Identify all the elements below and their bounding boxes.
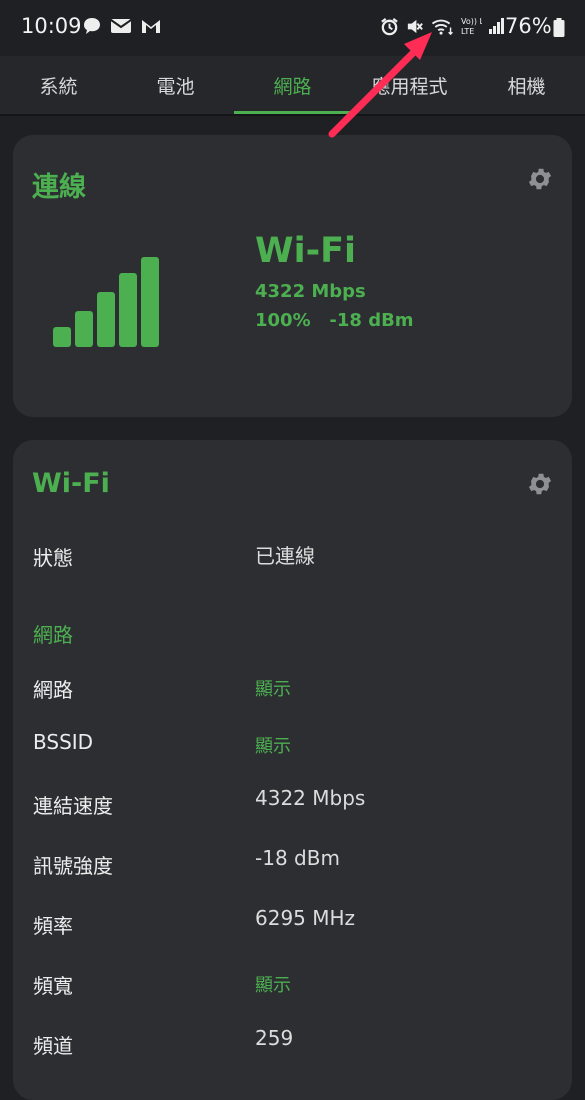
email-icon: [110, 19, 132, 33]
row-network-label: 網路: [33, 678, 73, 702]
notification-icons: [82, 16, 162, 36]
tab-network[interactable]: 網路: [234, 56, 351, 114]
connection-speed: 4322 Mbps: [255, 281, 366, 302]
tab-battery[interactable]: 電池: [117, 56, 234, 114]
status-time: 10:09: [21, 14, 82, 38]
signal-bar-5: [141, 257, 159, 347]
row-frequency-value: 6295 MHz: [255, 906, 356, 930]
row-signal-strength-value: -18 dBm: [255, 846, 340, 870]
wifi-card: Wi-Fi 狀態 已連線 網路 網路 顯示 BSSID 顯示 連結速度 4322…: [13, 440, 572, 1100]
svg-text:LTE: LTE: [461, 27, 474, 36]
row-bandwidth-label: 頻寬: [33, 974, 73, 998]
signal-bar-3: [97, 292, 115, 347]
connection-type: Wi-Fi: [255, 231, 357, 271]
battery-icon: [553, 18, 565, 37]
wifi-card-title: Wi-Fi: [32, 468, 110, 499]
alarm-icon: [381, 17, 398, 35]
wifi-icon: [431, 19, 453, 35]
status-label: 狀態: [33, 546, 73, 570]
network-section-label: 網路: [33, 623, 73, 647]
row-bssid-label: BSSID: [33, 730, 94, 754]
row-channel-label: 頻道: [33, 1034, 73, 1058]
connection-signal: 100% -18 dBm: [255, 310, 414, 331]
row-bandwidth-show-link[interactable]: 顯示: [255, 971, 291, 997]
tab-camera[interactable]: 相機: [468, 56, 585, 114]
tab-apps[interactable]: 應用程式: [351, 56, 468, 114]
row-channel-value: 259: [255, 1026, 294, 1050]
signal-strength-bars: [53, 255, 159, 347]
system-icons: Vo)) LTELTE: [380, 16, 506, 36]
connection-card-title: 連線: [32, 172, 86, 203]
row-link-speed-value: 4322 Mbps: [255, 786, 366, 810]
connection-card: 連線 Wi-Fi 4322 Mbps 100% -18 dBm: [13, 135, 572, 417]
row-signal-strength-label: 訊號強度: [33, 854, 113, 878]
tab-system[interactable]: 系統: [0, 56, 117, 114]
status-bar: 10:09 Vo)) LTELTE 76%: [0, 0, 585, 56]
volte-icon: Vo)) LTELTE: [461, 17, 482, 36]
battery-percent: 76%: [505, 14, 552, 38]
connection-settings-gear-icon[interactable]: [526, 165, 554, 193]
signal-bar-1: [53, 327, 71, 347]
mute-icon: [407, 19, 423, 33]
row-bssid-show-link[interactable]: 顯示: [255, 732, 291, 758]
chat-icon: [84, 18, 100, 34]
tab-bar: 系統 電池 網路 應用程式 相機: [0, 56, 585, 114]
row-frequency-label: 頻率: [33, 914, 73, 938]
signal-bar-4: [119, 273, 137, 347]
signal-icon: [489, 18, 504, 34]
row-link-speed-label: 連結速度: [33, 794, 113, 818]
tab-divider: [0, 114, 585, 116]
wifi-settings-gear-icon[interactable]: [526, 470, 554, 498]
row-network-show-link[interactable]: 顯示: [255, 675, 291, 701]
status-value: 已連線: [255, 544, 315, 568]
signal-bar-2: [75, 311, 93, 347]
gmail-icon: [142, 20, 160, 33]
svg-text:Vo)) LTE: Vo)) LTE: [461, 17, 482, 26]
